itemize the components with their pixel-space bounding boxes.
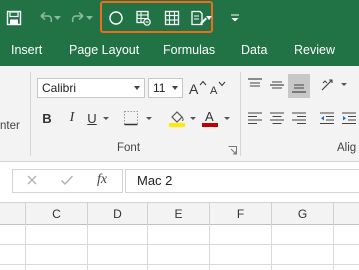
- tab-review[interactable]: Review: [294, 43, 335, 57]
- align-bottom-icon: [292, 84, 306, 93]
- svg-text:A: A: [210, 85, 218, 96]
- underline-dropdown-icon[interactable]: [103, 117, 109, 120]
- align-middle-button[interactable]: [268, 76, 286, 94]
- font-name-dropdown[interactable]: Calibri: [37, 78, 145, 98]
- tab-formulas[interactable]: Formulas: [163, 43, 215, 57]
- increase-indent-icon: [342, 112, 356, 124]
- orientation-dropdown-icon[interactable]: [341, 83, 347, 86]
- column-header-g[interactable]: G: [272, 203, 334, 225]
- borders-button[interactable]: [122, 109, 140, 127]
- decrease-font-size-icon: A: [210, 81, 226, 96]
- undo-dropdown-icon[interactable]: [52, 8, 62, 28]
- grid-row-line: [0, 244, 359, 245]
- ribbon-tabs: Insert Page Layout Formulas Data Review: [0, 36, 359, 66]
- align-center-button[interactable]: [268, 109, 286, 127]
- worksheet-grid[interactable]: [0, 225, 359, 270]
- decrease-font-size-button[interactable]: A: [210, 79, 228, 97]
- quick-access-toolbar: [0, 0, 359, 36]
- orientation-button[interactable]: [320, 76, 338, 94]
- increase-font-size-icon: A: [189, 80, 207, 96]
- font-group-label: Font: [117, 142, 141, 154]
- customize-toolbar-icon[interactable]: [228, 8, 242, 28]
- column-header-f[interactable]: F: [210, 203, 272, 225]
- align-middle-icon: [270, 81, 284, 89]
- borders-dropdown-icon[interactable]: [146, 117, 152, 120]
- clipboard-partial-label[interactable]: nter: [0, 120, 20, 132]
- grid-row-line: [0, 264, 359, 265]
- align-left-button[interactable]: [246, 109, 264, 127]
- fill-color-button[interactable]: [168, 109, 186, 127]
- italic-label: I: [69, 110, 75, 125]
- font-size-dropdown[interactable]: 11: [148, 78, 183, 98]
- chevron-down-icon: [172, 86, 178, 90]
- increase-indent-button[interactable]: [340, 109, 358, 127]
- align-right-button[interactable]: [290, 109, 308, 127]
- column-header-c[interactable]: C: [26, 203, 88, 225]
- column-header-partial[interactable]: [0, 203, 26, 225]
- align-top-button[interactable]: [246, 76, 264, 94]
- tab-page-layout[interactable]: Page Layout: [69, 43, 139, 57]
- decrease-indent-icon: [320, 112, 334, 124]
- underline-button[interactable]: U: [83, 109, 101, 127]
- redo-dropdown-icon[interactable]: [84, 8, 94, 28]
- tab-data[interactable]: Data: [241, 43, 267, 57]
- form-dropdown-icon[interactable]: [204, 8, 214, 28]
- column-header-d[interactable]: D: [88, 203, 148, 225]
- font-name-value: Calibri: [42, 81, 77, 95]
- align-bottom-button[interactable]: [288, 74, 310, 98]
- formula-controls: fx: [12, 169, 123, 193]
- align-right-icon: [292, 112, 306, 124]
- font-dialog-launcher-icon[interactable]: [228, 146, 237, 155]
- alignment-partial-label: Alig: [337, 142, 357, 154]
- borders-icon: [124, 111, 138, 126]
- fill-color-icon: [169, 111, 185, 127]
- formula-bar: fx Mac 2: [0, 162, 359, 202]
- column-header-e[interactable]: E: [148, 203, 210, 225]
- cancel-icon[interactable]: [26, 174, 38, 189]
- column-header-partial[interactable]: [334, 203, 359, 225]
- tab-insert[interactable]: Insert: [11, 43, 42, 57]
- svg-text:A: A: [189, 81, 199, 96]
- group-separator: [240, 72, 241, 156]
- svg-text:A: A: [205, 109, 214, 124]
- record-macro-icon[interactable]: [133, 8, 153, 28]
- font-color-icon: A: [202, 109, 218, 127]
- fill-color-dropdown-icon[interactable]: [190, 117, 196, 120]
- increase-font-size-button[interactable]: A: [189, 79, 207, 97]
- underline-label: U: [87, 110, 97, 126]
- insert-function-button[interactable]: fx: [97, 172, 107, 188]
- column-header-row: C D E F G: [0, 202, 359, 225]
- font-color-button[interactable]: A: [201, 109, 219, 127]
- enter-icon[interactable]: [60, 174, 74, 189]
- chevron-down-icon: [134, 86, 140, 90]
- table-icon[interactable]: [162, 8, 182, 28]
- ribbon-panel: nter Calibri 11 A A B I U A Font Alig: [0, 66, 359, 162]
- align-left-icon: [248, 112, 262, 124]
- circle-shape-icon[interactable]: [106, 8, 126, 28]
- bold-button[interactable]: B: [38, 109, 56, 127]
- bold-label: B: [42, 110, 52, 126]
- group-separator: [30, 72, 31, 156]
- font-color-dropdown-icon[interactable]: [224, 117, 230, 120]
- formula-input[interactable]: Mac 2: [125, 169, 359, 193]
- save-icon[interactable]: [4, 8, 24, 28]
- align-center-icon: [270, 112, 284, 124]
- align-top-icon: [248, 78, 262, 87]
- font-size-value: 11: [153, 81, 166, 95]
- decrease-indent-button[interactable]: [318, 109, 336, 127]
- italic-button[interactable]: I: [63, 109, 81, 127]
- orientation-icon: [321, 79, 333, 91]
